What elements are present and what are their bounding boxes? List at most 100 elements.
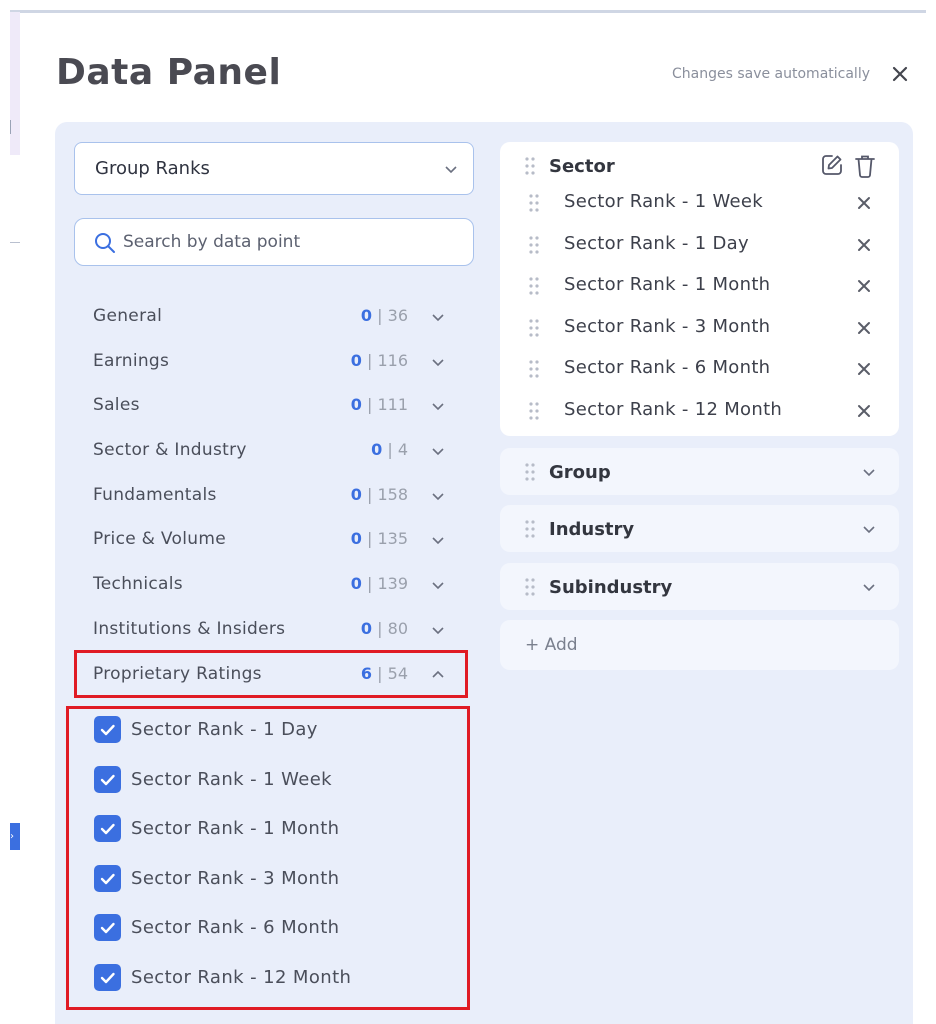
checkbox[interactable] — [94, 815, 121, 842]
sector-item-label: Sector Rank - 6 Month — [564, 357, 771, 378]
trash-icon[interactable] — [853, 153, 877, 179]
datapoint-option[interactable]: Sector Rank - 3 Month — [94, 864, 454, 894]
checkbox[interactable] — [94, 865, 121, 892]
background-cursor-fragment — [10, 120, 16, 134]
remove-icon[interactable] — [855, 277, 873, 295]
background-selected-fragment: › — [10, 823, 20, 850]
category-row[interactable]: Price & Volume 0 | 135 — [74, 520, 474, 560]
drag-handle-icon[interactable] — [528, 193, 540, 213]
remove-icon[interactable] — [855, 360, 873, 378]
checkbox[interactable] — [94, 766, 121, 793]
sector-item: Sector Rank - 1 Day — [528, 229, 888, 259]
category-name: Fundamentals — [93, 485, 217, 505]
category-total-count: 80 — [387, 619, 408, 638]
category-total-count: 116 — [377, 351, 408, 370]
count-separator: | — [366, 574, 373, 593]
dropdown-value: Group Ranks — [95, 158, 210, 179]
search-input[interactable] — [123, 227, 453, 257]
count-separator: | — [366, 395, 373, 414]
add-label: + Add — [525, 635, 578, 655]
category-count: 0 | 135 — [351, 529, 408, 548]
category-count: 0 | 111 — [351, 395, 408, 414]
category-total-count: 4 — [397, 440, 408, 459]
edit-icon[interactable] — [820, 153, 844, 177]
drag-handle-icon[interactable] — [528, 276, 540, 296]
checkbox[interactable] — [94, 716, 121, 743]
highlight-box-category — [74, 650, 468, 698]
checkmark-icon — [100, 724, 115, 736]
category-name: General — [93, 306, 163, 326]
group-card[interactable]: Industry — [500, 505, 899, 552]
category-row[interactable]: Fundamentals 0 | 158 — [74, 476, 474, 516]
remove-icon[interactable] — [855, 194, 873, 212]
category-row[interactable]: Technicals 0 | 139 — [74, 565, 474, 605]
category-name: Earnings — [93, 351, 170, 371]
category-name: Institutions & Insiders — [93, 619, 286, 639]
category-row[interactable]: Sales 0 | 111 — [74, 386, 474, 426]
category-row[interactable]: Earnings 0 | 116 — [74, 342, 474, 382]
chevron-down-icon — [432, 359, 444, 367]
count-separator: | — [366, 351, 373, 370]
search-box — [74, 218, 474, 266]
close-button[interactable] — [886, 60, 914, 88]
drag-handle-icon[interactable] — [524, 577, 536, 597]
datapoint-option[interactable]: Sector Rank - 1 Week — [94, 765, 454, 795]
count-separator: | — [366, 529, 373, 548]
sector-item-label: Sector Rank - 1 Day — [564, 233, 749, 254]
option-label: Sector Rank - 1 Week — [131, 769, 332, 790]
datapoint-option[interactable]: Sector Rank - 6 Month — [94, 913, 454, 943]
drag-handle-icon[interactable] — [528, 235, 540, 255]
group-card-title: Industry — [549, 519, 635, 540]
option-label: Sector Rank - 1 Day — [131, 719, 318, 740]
datapoint-option[interactable]: Sector Rank - 1 Month — [94, 814, 454, 844]
checkbox[interactable] — [94, 914, 121, 941]
datapoint-option[interactable]: Sector Rank - 1 Day — [94, 715, 454, 745]
remove-icon[interactable] — [855, 319, 873, 337]
option-label: Sector Rank - 1 Month — [131, 818, 340, 839]
drag-handle-icon[interactable] — [524, 156, 536, 176]
category-total-count: 111 — [377, 395, 408, 414]
remove-icon[interactable] — [855, 402, 873, 420]
drag-handle-icon[interactable] — [524, 462, 536, 482]
group-card[interactable]: Group — [500, 448, 899, 495]
group-select-dropdown[interactable]: Group Ranks — [74, 142, 474, 195]
sector-item-label: Sector Rank - 1 Week — [564, 191, 763, 212]
category-selected-count: 0 — [360, 306, 373, 325]
checkmark-icon — [100, 972, 115, 984]
checkmark-icon — [100, 873, 115, 885]
category-count: 0 | 158 — [351, 485, 408, 504]
add-group-button[interactable]: + Add — [500, 620, 899, 670]
category-name: Technicals — [93, 574, 183, 594]
drag-handle-icon[interactable] — [528, 318, 540, 338]
category-row[interactable]: Institutions & Insiders 0 | 80 — [74, 610, 474, 650]
category-total-count: 135 — [377, 529, 408, 548]
chevron-down-icon — [432, 582, 444, 590]
remove-icon[interactable] — [855, 236, 873, 254]
count-separator: | — [387, 440, 393, 459]
drag-handle-icon[interactable] — [524, 519, 536, 539]
chevron-down-icon — [432, 537, 444, 545]
category-selected-count: 0 — [350, 395, 362, 414]
autosave-note: Changes save automatically — [671, 66, 870, 82]
checkmark-icon — [100, 922, 115, 934]
checkbox[interactable] — [94, 964, 121, 991]
page-title: Data Panel — [56, 52, 282, 93]
category-total-count: 158 — [377, 485, 408, 504]
drag-handle-icon[interactable] — [528, 359, 540, 379]
drag-handle-icon[interactable] — [528, 401, 540, 421]
option-label: Sector Rank - 6 Month — [131, 917, 340, 938]
category-name: Sector & Industry — [93, 440, 247, 460]
chevron-down-icon — [432, 403, 444, 411]
checkmark-icon — [100, 823, 115, 835]
sector-item: Sector Rank - 1 Month — [528, 270, 888, 300]
search-icon — [95, 233, 115, 253]
category-name: Price & Volume — [93, 529, 226, 549]
group-card[interactable]: Subindustry — [500, 563, 899, 610]
sector-card-title: Sector — [549, 156, 615, 177]
chevron-down-icon — [432, 627, 444, 635]
close-icon[interactable] — [886, 60, 914, 88]
chevron-down-icon — [863, 469, 875, 477]
datapoint-option[interactable]: Sector Rank - 12 Month — [94, 963, 454, 993]
category-row[interactable]: General 0 | 36 — [74, 297, 474, 337]
category-row[interactable]: Sector & Industry 0 | 4 — [74, 431, 474, 471]
